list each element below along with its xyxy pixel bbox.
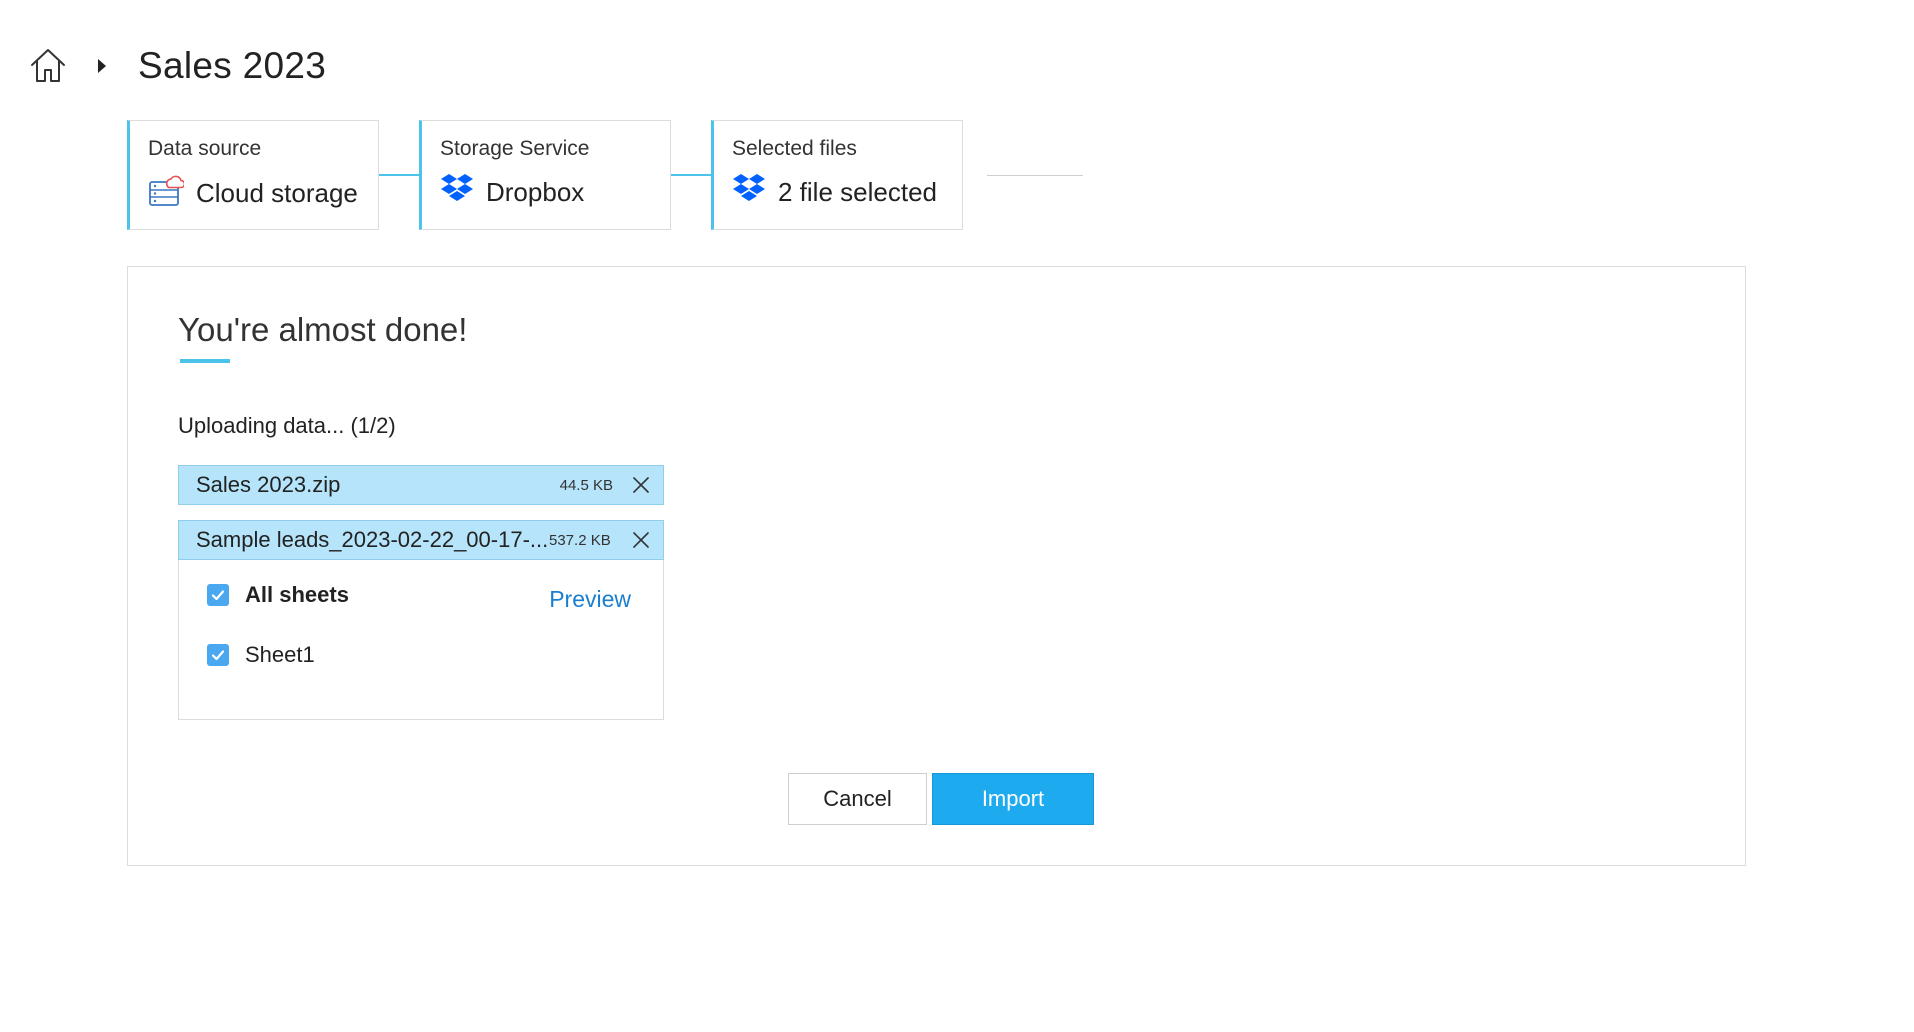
step-selected-files[interactable]: Selected files 2 file selected	[711, 120, 963, 230]
file-name: Sales 2023.zip	[196, 472, 341, 497]
file-row: Sample leads_2023-02-22_00-17-... 537.2 …	[178, 520, 664, 560]
step-data-source[interactable]: Data source Cloud storage	[127, 120, 379, 230]
step-label: Storage Service	[440, 137, 590, 160]
file-name: Sample leads_2023-02-22_00-17-...	[196, 527, 549, 552]
page-title: Sales 2023	[138, 45, 327, 86]
import-panel: You're almost done! Uploading data... (1…	[127, 266, 1746, 866]
file-size: 537.2 KB	[549, 531, 611, 549]
sheet-label: All sheets	[245, 582, 349, 607]
cancel-button[interactable]: Cancel	[788, 773, 927, 825]
step-connector-pending	[987, 174, 1083, 176]
close-icon[interactable]	[611, 530, 663, 550]
all-sheets-checkbox[interactable]: All sheets	[207, 582, 349, 608]
caret-right-icon	[98, 59, 106, 73]
file-row: Sales 2023.zip 44.5 KB	[178, 465, 664, 505]
dropbox-icon	[732, 173, 778, 212]
breadcrumb: Sales 2023	[28, 40, 326, 92]
home-icon[interactable]	[28, 46, 68, 86]
checkbox-checked-icon[interactable]	[207, 644, 229, 666]
step-value: Cloud storage	[196, 178, 358, 208]
import-button[interactable]: Import	[932, 773, 1094, 825]
step-value: 2 file selected	[778, 177, 937, 207]
sheet-label: Sheet1	[245, 642, 315, 667]
close-icon[interactable]	[613, 475, 663, 495]
heading-underline	[180, 359, 230, 363]
step-label: Selected files	[732, 137, 857, 160]
preview-link[interactable]: Preview	[549, 586, 631, 613]
cloud-storage-icon	[148, 173, 196, 214]
import-stepper: Data source Cloud storage Storage Servic…	[127, 120, 1083, 230]
sheet-selection: All sheets Preview Sheet1	[178, 560, 664, 720]
upload-status: Uploading data... (1/2)	[178, 413, 396, 438]
step-connector	[379, 174, 419, 176]
step-connector	[671, 174, 711, 176]
dropbox-icon	[440, 173, 486, 212]
step-storage-service[interactable]: Storage Service Dropbox	[419, 120, 671, 230]
step-label: Data source	[148, 137, 262, 160]
checkbox-checked-icon[interactable]	[207, 584, 229, 606]
step-value: Dropbox	[486, 177, 585, 207]
file-size: 44.5 KB	[559, 476, 613, 494]
sheet-checkbox[interactable]: Sheet1	[207, 642, 315, 668]
panel-heading: You're almost done!	[178, 311, 468, 348]
